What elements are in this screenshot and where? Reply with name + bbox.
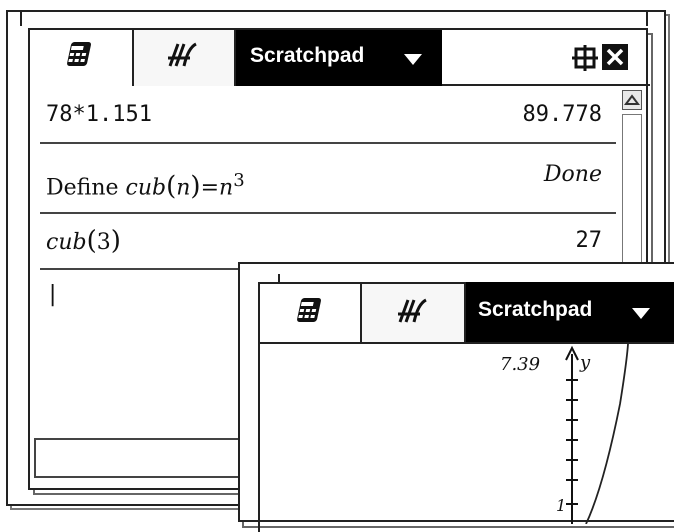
function-arg: n — [176, 175, 191, 201]
scratchpad-title: Scratchpad — [250, 44, 365, 67]
function-curve — [585, 343, 629, 525]
function-name: cub — [125, 175, 167, 201]
paren-open: ( — [86, 226, 97, 256]
paren-close: ) — [110, 226, 121, 256]
exponent: 3 — [233, 170, 245, 191]
history-divider — [40, 212, 616, 214]
tab-bar: Scratchpad — [258, 282, 674, 342]
paren-open: ( — [166, 171, 177, 202]
input-bar[interactable] — [34, 438, 240, 478]
y-axis-label: y — [580, 352, 591, 373]
graph-canvas — [565, 343, 629, 525]
history-entry[interactable]: 78*1.151 89.778 — [46, 102, 602, 136]
text-cursor: | — [46, 282, 60, 307]
graph-scratchpad-window: Scratchpad 7.39 y 1 — [238, 262, 674, 532]
tab-calculator[interactable] — [258, 282, 362, 342]
define-keyword: Define — [46, 175, 126, 201]
equals-sign: = — [200, 175, 220, 201]
history-expression: 78*1.151 — [46, 102, 152, 127]
tab-graphs[interactable] — [362, 282, 466, 342]
chevron-down-icon — [632, 308, 650, 319]
tab-bar: Scratchpad — [30, 30, 650, 86]
history-expression: Define cub(n)=n3 — [46, 170, 245, 201]
close-icon[interactable] — [602, 44, 628, 70]
tab-scratchpad-title[interactable]: Scratchpad — [236, 30, 442, 86]
tab-scratchpad-title[interactable]: Scratchpad — [466, 282, 674, 342]
scratchpad-title: Scratchpad — [478, 298, 593, 321]
graph-icon — [396, 296, 430, 333]
history-result: 89.778 — [522, 102, 602, 127]
tab-underline — [442, 84, 650, 86]
window-controls — [570, 44, 640, 74]
paren-close: ) — [190, 171, 201, 202]
frame-tick — [20, 10, 22, 26]
page-layout-icon[interactable] — [570, 44, 600, 76]
history-expression: cub(3) — [46, 226, 121, 256]
calculator-icon — [294, 296, 328, 333]
history-divider — [40, 142, 616, 144]
graph-icon — [166, 40, 200, 77]
tick-label: 1 — [556, 496, 567, 515]
tab-calculator[interactable] — [30, 30, 134, 86]
history-entry[interactable]: cub(3) 27 — [46, 226, 602, 262]
calculator-icon — [64, 40, 98, 77]
y-max-label: 7.39 — [500, 354, 541, 375]
scroll-up-button[interactable] — [622, 90, 642, 110]
chevron-down-icon — [404, 54, 422, 65]
entry-line[interactable]: | — [46, 282, 246, 316]
function-rhs: n — [219, 175, 234, 201]
function-name: cub — [46, 230, 87, 255]
history-entry[interactable]: Define cub(n)=n3 Done — [46, 162, 602, 208]
history-result: Done — [543, 162, 602, 187]
function-arg: 3 — [96, 230, 111, 255]
history-result: 27 — [575, 228, 603, 253]
graph-area[interactable]: 7.39 y 1 — [260, 343, 674, 525]
frame-tick — [646, 10, 648, 26]
tab-graphs[interactable] — [134, 30, 236, 86]
